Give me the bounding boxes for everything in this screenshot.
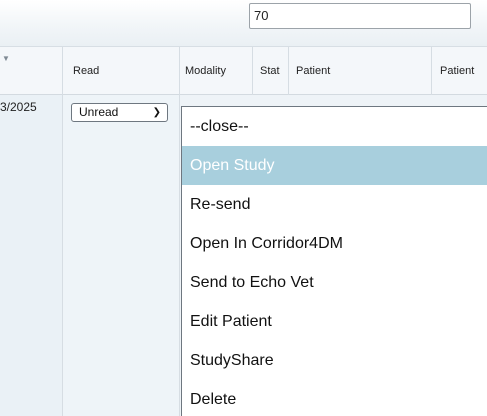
menu-item-delete[interactable]: Delete bbox=[182, 380, 487, 416]
date-column-header[interactable]: ▼ bbox=[0, 47, 63, 95]
modality-column-header[interactable]: Modality bbox=[180, 47, 253, 95]
menu-item-edit-patient[interactable]: Edit Patient bbox=[182, 302, 487, 341]
study-list-window: 70 ▼ Read Modality Stat Patient Patient … bbox=[0, 0, 487, 416]
menu-item-open-in-corridor4dm[interactable]: Open In Corridor4DM bbox=[182, 224, 487, 263]
table-header: ▼ Read Modality Stat Patient Patient bbox=[0, 47, 487, 95]
patient-id-column-header[interactable]: Patient bbox=[432, 47, 487, 95]
sort-caret-icon: ▼ bbox=[2, 54, 10, 63]
filter-bar: 70 bbox=[0, 0, 487, 47]
read-column bbox=[63, 95, 180, 416]
patient-column-header[interactable]: Patient bbox=[289, 47, 432, 95]
search-input[interactable]: 70 bbox=[249, 3, 471, 29]
read-status-value: Unread bbox=[79, 105, 119, 119]
stat-column-header[interactable]: Stat bbox=[253, 47, 289, 95]
actions-dropdown-menu: --close-- Open Study Re-send Open In Cor… bbox=[181, 106, 487, 416]
menu-item-close[interactable]: --close-- bbox=[182, 107, 487, 146]
chevron-down-icon: ❯ bbox=[152, 107, 161, 118]
menu-item-resend[interactable]: Re-send bbox=[182, 185, 487, 224]
read-column-header[interactable]: Read bbox=[63, 47, 180, 95]
menu-item-send-to-echo-vet[interactable]: Send to Echo Vet bbox=[182, 263, 487, 302]
menu-item-open-study[interactable]: Open Study bbox=[182, 146, 487, 185]
menu-item-studyshare[interactable]: StudyShare bbox=[182, 341, 487, 380]
study-date-cell: 3/2025 bbox=[0, 100, 37, 114]
read-status-select[interactable]: Unread ❯ bbox=[71, 103, 168, 122]
date-column bbox=[0, 95, 63, 416]
